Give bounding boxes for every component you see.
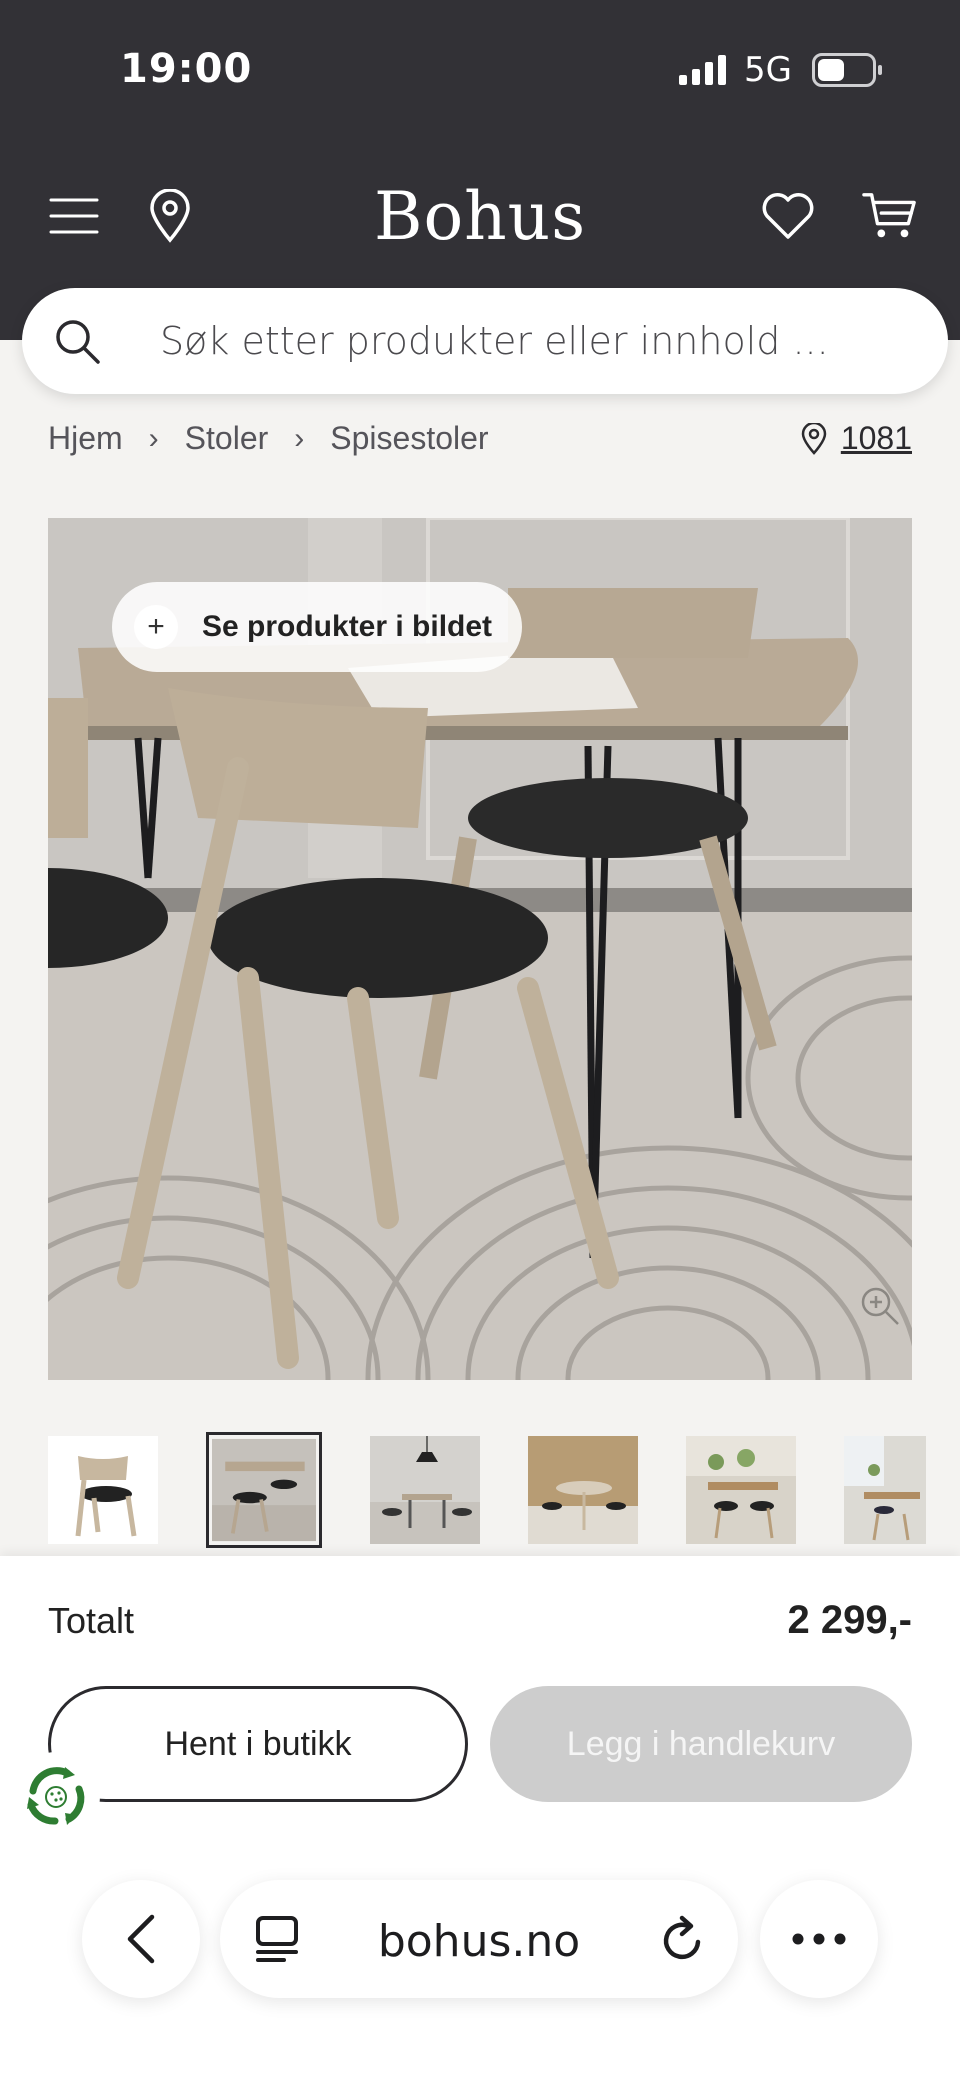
thumbnail[interactable]: [370, 1436, 480, 1544]
browser-more-button[interactable]: [760, 1880, 878, 1998]
reload-icon[interactable]: [660, 1914, 706, 1964]
thumbnail[interactable]: [844, 1436, 926, 1544]
network-label: 5G: [744, 50, 792, 90]
add-to-cart-button[interactable]: Legg i handlekurv: [490, 1686, 912, 1802]
store-selector[interactable]: 1081: [801, 420, 912, 457]
battery-icon: [812, 53, 882, 87]
product-image[interactable]: + Se produkter i bildet: [48, 518, 912, 1380]
search-bar[interactable]: Søk etter produkter eller innhold ...: [22, 288, 948, 394]
heart-icon[interactable]: [760, 188, 816, 244]
chevron-left-icon: [127, 1914, 155, 1964]
shop-the-look-button[interactable]: + Se produkter i bildet: [112, 582, 523, 672]
sustainability-badge-icon[interactable]: [12, 1752, 100, 1840]
thumbnail[interactable]: [48, 1436, 158, 1544]
search-input[interactable]: Søk etter produkter eller innhold ...: [160, 319, 829, 363]
thumbnail[interactable]: [528, 1436, 638, 1544]
plus-icon: +: [134, 605, 178, 649]
breadcrumb: Hjem › Stoler › Spisestoler: [48, 420, 489, 457]
pickup-in-store-button[interactable]: Hent i butikk: [48, 1686, 468, 1802]
more-icon: [792, 1933, 846, 1945]
thumbnail-strip: [48, 1432, 926, 1548]
status-indicators: 5G: [679, 50, 882, 90]
signal-icon: [679, 55, 727, 85]
search-icon: [56, 320, 100, 364]
thumbnail[interactable]: [686, 1436, 796, 1544]
breadcrumb-dining-chairs[interactable]: Spisestoler: [330, 420, 488, 457]
shop-the-look-label: Se produkter i bildet: [202, 610, 493, 643]
purchase-panel: Totalt 2 299,- Hent i butikk Legg i hand…: [0, 1556, 960, 2081]
chevron-right-icon: ›: [148, 421, 159, 455]
total-label: Totalt: [48, 1600, 135, 1641]
browser-back-button[interactable]: [82, 1880, 200, 1998]
breadcrumb-home[interactable]: Hjem: [48, 420, 123, 457]
zoom-icon[interactable]: [858, 1284, 902, 1328]
location-pin-icon: [801, 422, 827, 455]
breadcrumb-chairs[interactable]: Stoler: [185, 420, 269, 457]
store-number[interactable]: 1081: [841, 420, 912, 457]
browser-address-bar[interactable]: bohus.no: [220, 1880, 738, 1998]
chevron-right-icon: ›: [294, 421, 305, 455]
status-time: 19:00: [120, 46, 253, 92]
thumbnail-selected[interactable]: [206, 1432, 322, 1548]
total-price: 2 299,-: [787, 1598, 912, 1642]
cart-icon[interactable]: [862, 188, 918, 244]
